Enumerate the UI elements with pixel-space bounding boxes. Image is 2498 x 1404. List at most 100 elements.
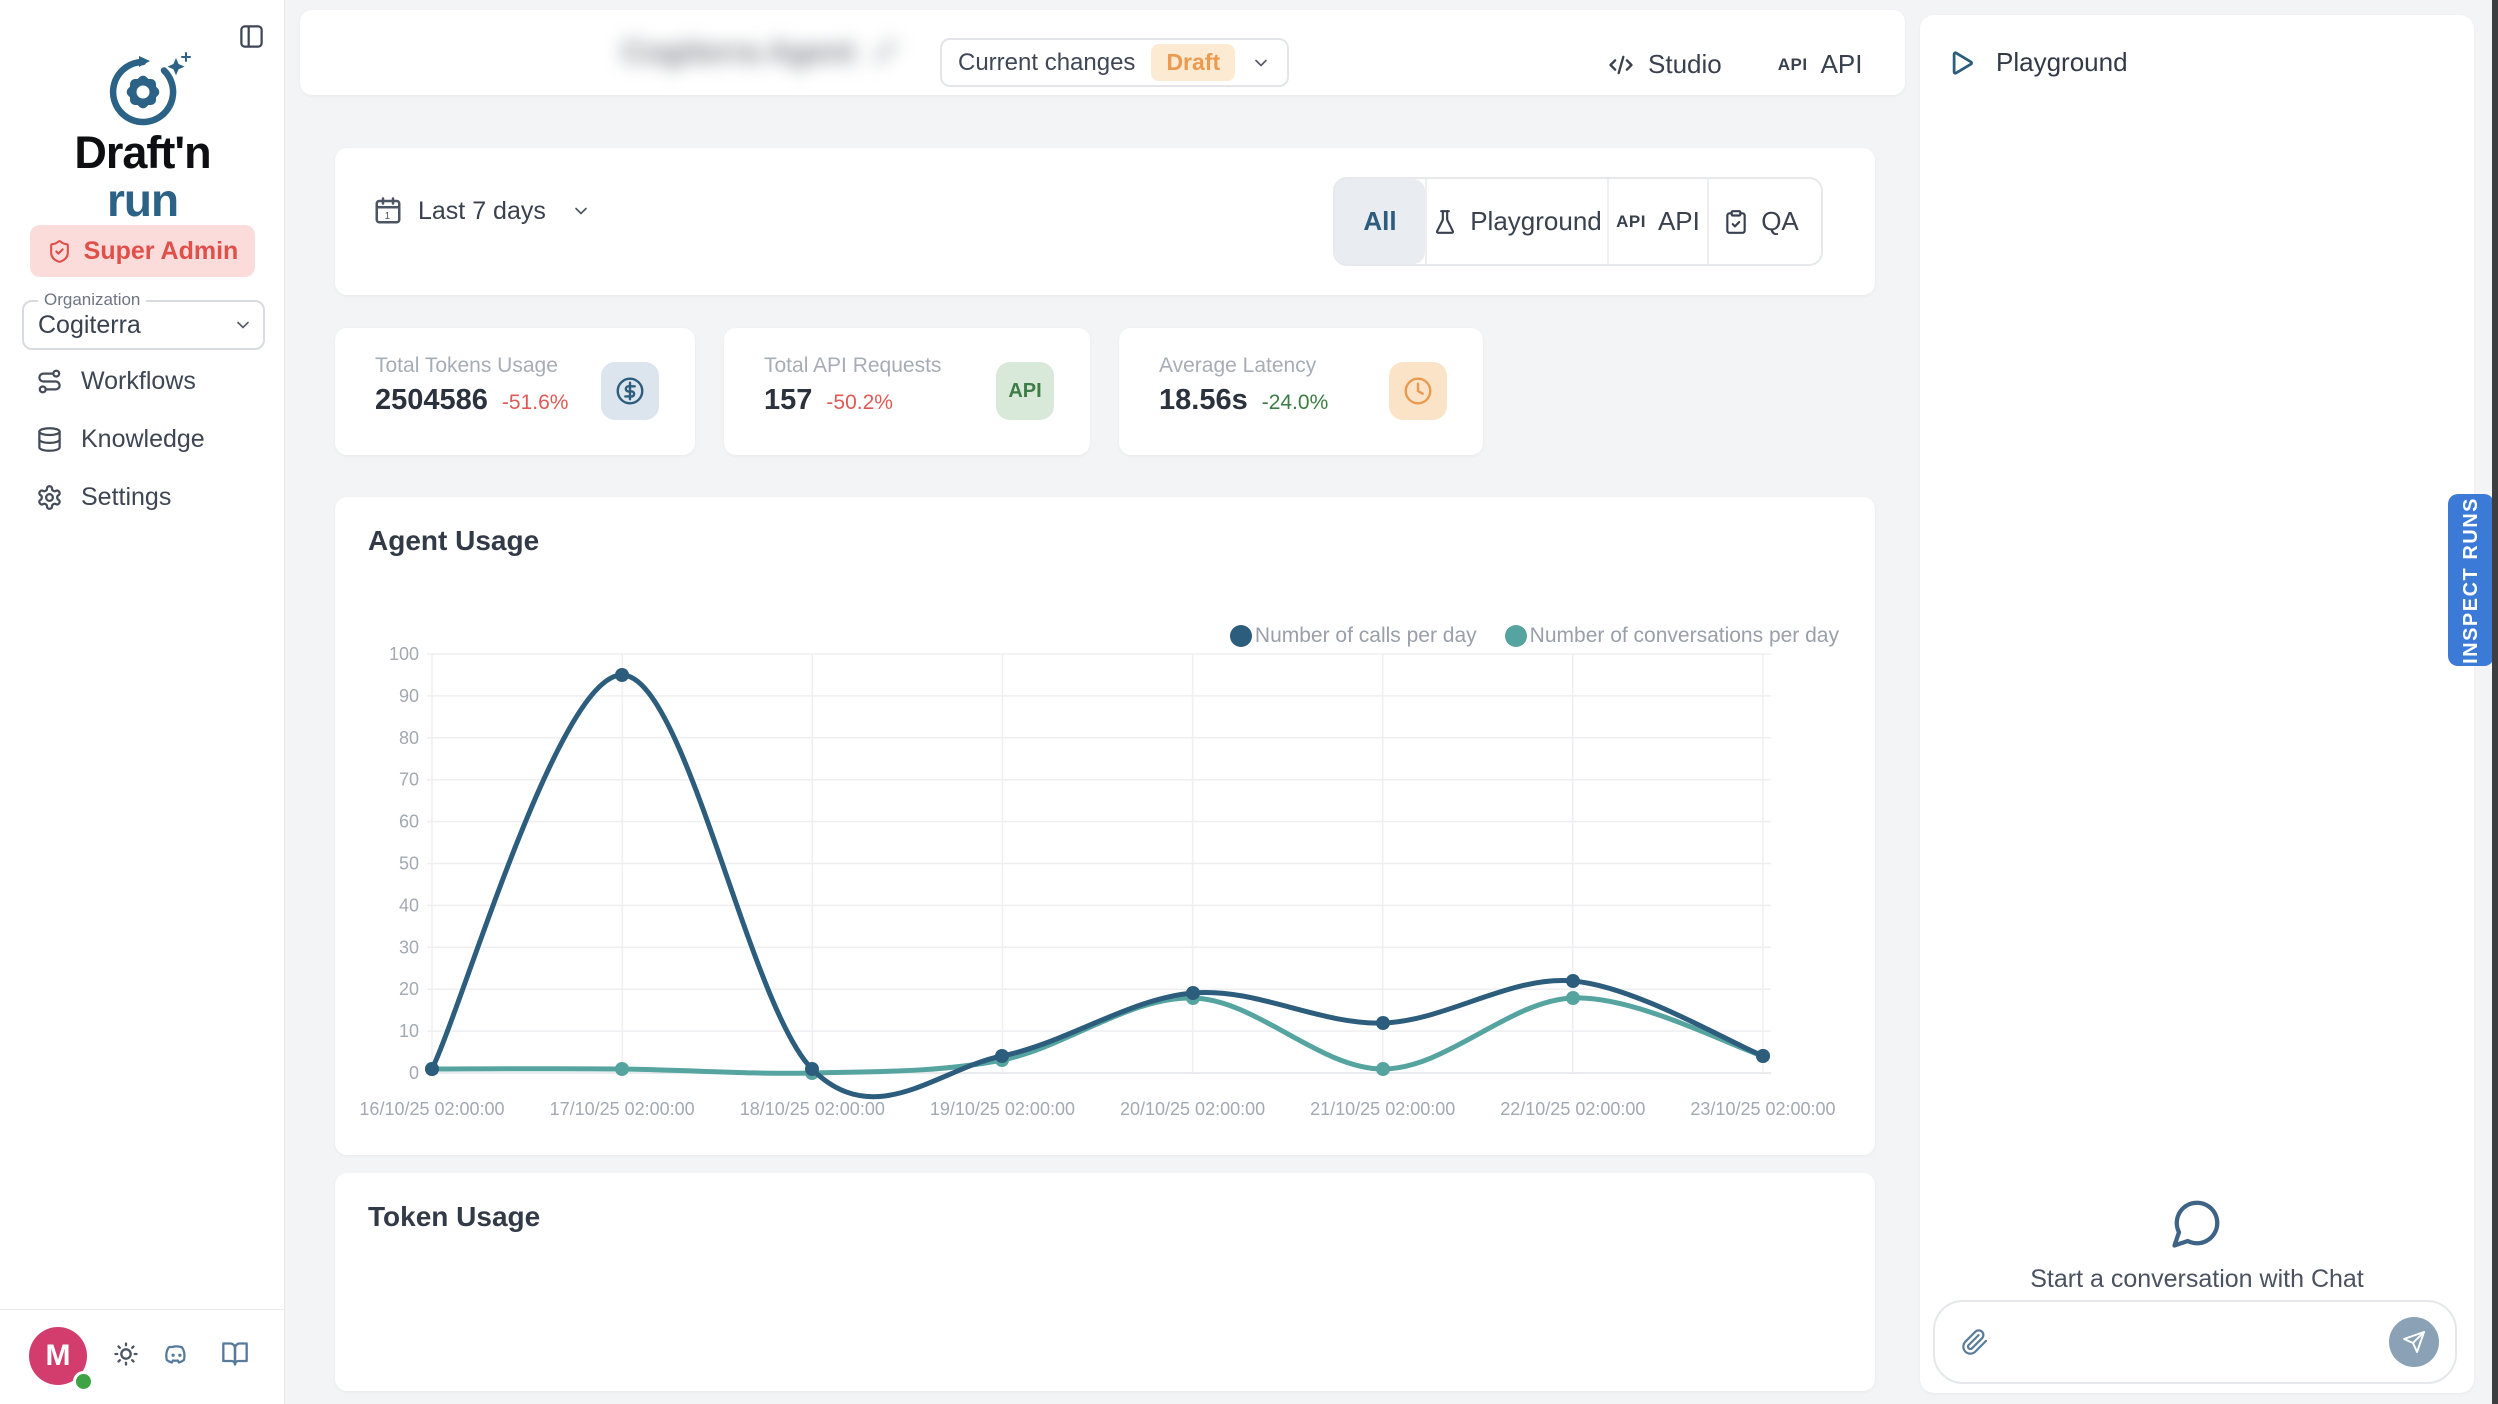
online-status-dot: [73, 1371, 94, 1392]
chat-empty-state: Start a conversation with Chat: [1920, 1196, 2474, 1294]
api-icon: API: [1616, 212, 1646, 232]
svg-text:1: 1: [385, 211, 391, 222]
paperclip-icon: [1961, 1328, 1989, 1356]
svg-text:70: 70: [399, 770, 419, 790]
filter-tab-label: API: [1658, 206, 1700, 237]
api-icon-text: API: [1008, 380, 1041, 403]
sidebar: Draft'n run Super Admin Organization Cog…: [0, 0, 285, 1404]
svg-text:30: 30: [399, 937, 419, 957]
role-badge-label: Super Admin: [84, 237, 239, 266]
stat-card-tokens: Total Tokens Usage 2504586 -51.6%: [335, 328, 695, 455]
svg-text:20: 20: [399, 979, 419, 999]
organization-select[interactable]: Organization Cogiterra: [22, 300, 265, 350]
organization-value: Cogiterra: [38, 311, 141, 340]
sidebar-item-settings[interactable]: Settings: [22, 474, 272, 520]
svg-text:50: 50: [399, 854, 419, 874]
version-selector[interactable]: Current changes Draft: [940, 38, 1289, 87]
svg-text:18/10/25 02:00:00: 18/10/25 02:00:00: [740, 1099, 885, 1119]
stat-value: 157: [764, 384, 812, 417]
sidebar-item-knowledge[interactable]: Knowledge: [22, 416, 272, 462]
top-header: Cogiterra Agent Current changes Draft St…: [300, 10, 1905, 95]
app-root: Draft'n run Super Admin Organization Cog…: [0, 0, 2498, 1404]
attach-file-button[interactable]: [1961, 1328, 1989, 1356]
stat-label: Total API Requests: [764, 354, 941, 378]
code-icon: [1607, 51, 1635, 79]
tab-label: API: [1821, 49, 1863, 80]
stat-value: 18.56s: [1159, 384, 1248, 417]
playground-panel: Playground Start a conversation with Cha…: [1920, 15, 2474, 1393]
calendar-icon: 1: [373, 196, 403, 226]
filter-tab-playground[interactable]: Playground: [1425, 179, 1607, 264]
send-message-button[interactable]: [2389, 1317, 2439, 1367]
stat-delta: -50.2%: [826, 391, 893, 415]
svg-text:10: 10: [399, 1021, 419, 1041]
svg-text:16/10/25 02:00:00: 16/10/25 02:00:00: [359, 1099, 504, 1119]
clock-icon: [1389, 362, 1447, 420]
playground-header: Playground: [1946, 47, 2128, 78]
role-badge: Super Admin: [30, 225, 255, 277]
sidebar-item-label: Knowledge: [81, 425, 205, 454]
theme-toggle-button[interactable]: [112, 1340, 140, 1368]
api-icon: API: [1778, 55, 1808, 75]
sidebar-menu: Workflows Knowledge Settings: [22, 358, 272, 532]
clipboard-check-icon: [1723, 209, 1749, 235]
agent-usage-card: Agent Usage Number of calls per day Numb…: [335, 497, 1875, 1155]
sidebar-collapse-button[interactable]: [238, 22, 266, 50]
chevron-down-icon: [571, 201, 591, 221]
chat-empty-text: Start a conversation with Chat: [2030, 1265, 2364, 1294]
date-range-value: Last 7 days: [418, 197, 546, 226]
version-label: Current changes: [958, 49, 1135, 77]
pencil-icon: [873, 40, 897, 64]
agent-usage-chart: 010203040506070809010016/10/25 02:00:001…: [335, 497, 1875, 1155]
svg-text:21/10/25 02:00:00: 21/10/25 02:00:00: [1310, 1099, 1455, 1119]
playground-title: Playground: [1996, 47, 2128, 78]
chat-bubble-icon: [2170, 1196, 2224, 1250]
draft-status-badge: Draft: [1151, 44, 1235, 81]
svg-text:23/10/25 02:00:00: 23/10/25 02:00:00: [1690, 1099, 1835, 1119]
filter-tab-label: Playground: [1470, 206, 1602, 237]
svg-text:80: 80: [399, 728, 419, 748]
filter-tab-qa[interactable]: QA: [1707, 179, 1813, 264]
shield-check-icon: [47, 239, 72, 264]
tab-label: Studio: [1648, 49, 1722, 80]
sidebar-item-label: Workflows: [81, 367, 196, 396]
book-open-icon: [221, 1340, 249, 1368]
app-logo: Draft'n run: [0, 52, 285, 223]
logo-text-line1: Draft'n: [0, 130, 285, 175]
svg-text:100: 100: [389, 644, 419, 664]
organization-label: Organization: [38, 290, 146, 310]
flask-icon: [1432, 209, 1458, 235]
sidebar-item-label: Settings: [81, 483, 171, 512]
send-icon: [2402, 1330, 2426, 1354]
gear-logo-icon: [88, 52, 198, 136]
stat-label: Total Tokens Usage: [375, 354, 558, 378]
logo-text-line2: run: [0, 177, 285, 223]
agent-title: Cogiterra Agent: [622, 34, 855, 70]
filter-tab-label: QA: [1761, 206, 1799, 237]
stat-card-api-requests: Total API Requests 157 -50.2% API: [724, 328, 1090, 455]
inspect-runs-label: INSPECT RUNS: [2460, 497, 2483, 664]
tab-studio[interactable]: Studio: [1607, 49, 1722, 80]
stat-delta: -24.0%: [1262, 391, 1329, 415]
gear-icon: [36, 484, 63, 511]
dollar-circle-icon: [601, 362, 659, 420]
window-edge-scrollbar[interactable]: [2492, 0, 2498, 1404]
chat-input[interactable]: [1933, 1300, 2457, 1384]
svg-text:19/10/25 02:00:00: 19/10/25 02:00:00: [930, 1099, 1075, 1119]
chevron-down-icon: [1251, 53, 1271, 73]
sidebar-item-workflows[interactable]: Workflows: [22, 358, 272, 404]
inspect-runs-tab[interactable]: INSPECT RUNS: [2448, 494, 2494, 666]
date-range-selector[interactable]: 1 Last 7 days: [373, 196, 591, 226]
section-title: Token Usage: [368, 1201, 540, 1233]
tab-api[interactable]: API API: [1778, 49, 1863, 80]
workflow-route-icon: [36, 368, 63, 395]
avatar[interactable]: M: [29, 1327, 87, 1385]
play-icon: [1946, 48, 1976, 78]
discord-link-button[interactable]: [160, 1340, 193, 1370]
avatar-initial: M: [46, 1339, 71, 1373]
filter-tab-all-active[interactable]: All: [1335, 179, 1425, 264]
filter-tab-api[interactable]: API API: [1607, 179, 1707, 264]
docs-button[interactable]: [221, 1340, 249, 1368]
chevron-down-icon: [233, 315, 253, 335]
stat-label: Average Latency: [1159, 354, 1316, 378]
